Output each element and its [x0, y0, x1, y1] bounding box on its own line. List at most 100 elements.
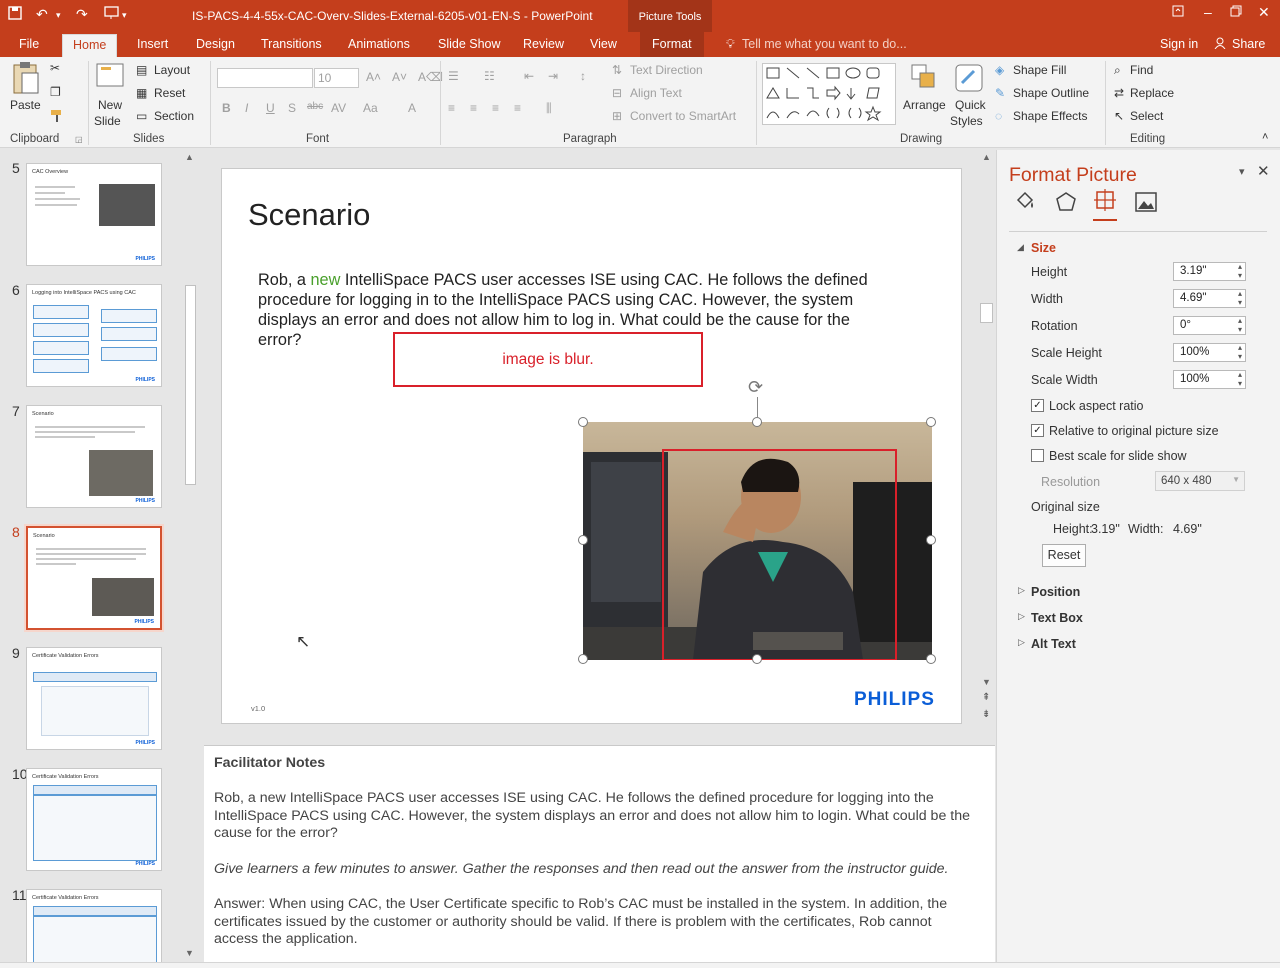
share-button[interactable]: Share [1232, 37, 1265, 51]
convert-smartart-button[interactable]: Convert to SmartArt [630, 109, 736, 123]
alt-text-section-header[interactable]: Alt Text [1031, 637, 1076, 651]
shape-effects-button[interactable]: Shape Effects [1013, 109, 1088, 123]
replace-icon[interactable]: ⇄ [1114, 86, 1124, 100]
tab-review[interactable]: Review [523, 37, 564, 51]
shape-fill-button[interactable]: Shape Fill [1013, 63, 1066, 77]
save-icon[interactable] [8, 6, 22, 23]
annotation-box[interactable]: image is blur. [393, 332, 703, 387]
slide-thumbnail-10[interactable]: Certificate Validation Errors PHILIPS [26, 768, 162, 871]
scale-height-input[interactable]: 100% [1173, 343, 1246, 362]
align-center-icon[interactable]: ≡ [470, 101, 477, 115]
font-color-icon[interactable]: A [408, 101, 416, 115]
shadow-icon[interactable]: S [288, 101, 296, 115]
section-button[interactable]: Section [154, 109, 194, 123]
lock-aspect-checkbox[interactable]: ✓ [1031, 399, 1044, 412]
new-slide-button[interactable]: New [98, 98, 122, 112]
arrange-icon[interactable] [910, 63, 938, 96]
shape-outline-button[interactable]: Shape Outline [1013, 86, 1089, 100]
bullets-icon[interactable]: ☰ [448, 69, 459, 83]
slide-scrollbar[interactable] [979, 152, 994, 692]
collapse-ribbon-icon[interactable]: ˄ [1262, 131, 1268, 143]
layout-button[interactable]: Layout [154, 63, 190, 77]
resize-handle-s[interactable] [752, 654, 762, 664]
tab-insert[interactable]: Insert [137, 37, 168, 51]
fill-line-icon[interactable] [1013, 190, 1037, 217]
columns-icon[interactable]: ⫼ [546, 101, 552, 116]
shapes-gallery[interactable] [762, 63, 896, 125]
paste-icon[interactable] [10, 61, 40, 98]
undo-icon[interactable]: ↶ [36, 6, 48, 23]
height-input[interactable]: 3.19" [1173, 262, 1246, 281]
resolution-select[interactable]: 640 x 480 ▼ [1155, 471, 1245, 491]
slide-thumbnail-11[interactable]: Certificate Validation Errors [26, 889, 162, 962]
position-expand-icon[interactable]: ▷ [1018, 585, 1025, 596]
tab-animations[interactable]: Animations [348, 37, 410, 51]
pane-close-icon[interactable]: ✕ [1257, 162, 1270, 180]
section-icon[interactable]: ▭ [136, 109, 147, 123]
thumbnail-scrollbar[interactable] [183, 152, 197, 960]
paste-button[interactable]: Paste [10, 98, 41, 112]
new-slide-button-line2[interactable]: Slide [94, 114, 121, 128]
increase-font-icon[interactable]: A˄ [366, 70, 381, 84]
tab-transitions[interactable]: Transitions [261, 37, 322, 51]
resize-handle-sw[interactable] [578, 654, 588, 664]
tell-me-box[interactable]: Tell me what you want to do... [742, 37, 907, 51]
alt-text-expand-icon[interactable]: ▷ [1018, 637, 1025, 648]
picture-icon[interactable] [1134, 190, 1158, 217]
font-size-select[interactable]: 10 [314, 68, 359, 88]
position-section-header[interactable]: Position [1031, 585, 1080, 599]
align-text-button[interactable]: Align Text [630, 86, 682, 100]
resize-handle-ne[interactable] [926, 417, 936, 427]
slide-scroll-up-icon[interactable]: ▲ [982, 152, 991, 162]
slide-thumbnail-7[interactable]: Scenario PHILIPS [26, 405, 162, 508]
shape-effects-icon[interactable]: ◌ [995, 109, 1002, 123]
find-icon[interactable]: ⌕ [1114, 63, 1121, 78]
slide-canvas[interactable]: Scenario Rob, a new IntelliSpace PACS us… [221, 168, 962, 724]
previous-slide-icon[interactable]: ⇞ [982, 692, 990, 703]
tab-format[interactable]: Format [640, 32, 704, 57]
start-from-beginning-icon[interactable] [104, 6, 120, 23]
notes-pane[interactable]: Facilitator Notes Rob, a new IntelliSpac… [204, 745, 995, 963]
line-spacing-icon[interactable]: ↕ [580, 69, 586, 83]
tab-design[interactable]: Design [196, 37, 235, 51]
width-input[interactable]: 4.69" [1173, 289, 1246, 308]
arrange-button[interactable]: Arrange [903, 98, 946, 112]
slide-thumbnail-8[interactable]: Scenario PHILIPS [26, 526, 162, 630]
text-direction-button[interactable]: Text Direction [630, 63, 703, 77]
shape-fill-icon[interactable]: ◈ [995, 63, 1004, 77]
new-slide-icon[interactable] [95, 61, 125, 92]
find-button[interactable]: Find [1130, 63, 1153, 77]
reset-size-button[interactable]: Reset [1042, 544, 1086, 567]
numbering-icon[interactable]: ☷ [484, 69, 495, 83]
resize-handle-e[interactable] [926, 535, 936, 545]
maximize-icon[interactable] [1230, 4, 1242, 20]
close-icon[interactable]: ✕ [1258, 4, 1270, 21]
thumbnail-scroll-thumb[interactable] [185, 285, 196, 485]
quick-styles-button-line2[interactable]: Styles [950, 114, 983, 128]
resize-handle-nw[interactable] [578, 417, 588, 427]
size-properties-icon[interactable] [1093, 188, 1117, 221]
decrease-indent-icon[interactable]: ⇤ [524, 69, 534, 83]
slide-scroll-down-icon[interactable]: ▼ [982, 677, 991, 687]
rotation-input[interactable]: 0° [1173, 316, 1246, 335]
cut-icon[interactable]: ✂ [50, 61, 60, 75]
scroll-down-icon[interactable]: ▼ [185, 948, 194, 958]
format-painter-icon[interactable] [50, 109, 64, 126]
resize-handle-se[interactable] [926, 654, 936, 664]
copy-icon[interactable]: ❐ [50, 85, 61, 99]
bold-icon[interactable]: B [222, 101, 231, 115]
justify-icon[interactable]: ≡ [514, 101, 521, 115]
underline-icon[interactable]: U [266, 101, 275, 115]
reset-slide-button[interactable]: Reset [154, 86, 185, 100]
slide-thumbnail-5[interactable]: CAC Overview PHILIPS [26, 163, 162, 266]
select-icon[interactable]: ↖ [1114, 109, 1124, 123]
relative-size-checkbox[interactable]: ✓ [1031, 424, 1044, 437]
resize-handle-n[interactable] [752, 417, 762, 427]
slide-scroll-thumb[interactable] [980, 303, 993, 323]
text-box-section-header[interactable]: Text Box [1031, 611, 1083, 625]
sign-in-link[interactable]: Sign in [1160, 37, 1198, 51]
align-left-icon[interactable]: ≡ [448, 101, 455, 115]
shape-outline-icon[interactable]: ✎ [995, 86, 1005, 100]
pane-options-icon[interactable]: ▾ [1239, 165, 1245, 178]
italic-icon[interactable]: I [245, 101, 248, 115]
